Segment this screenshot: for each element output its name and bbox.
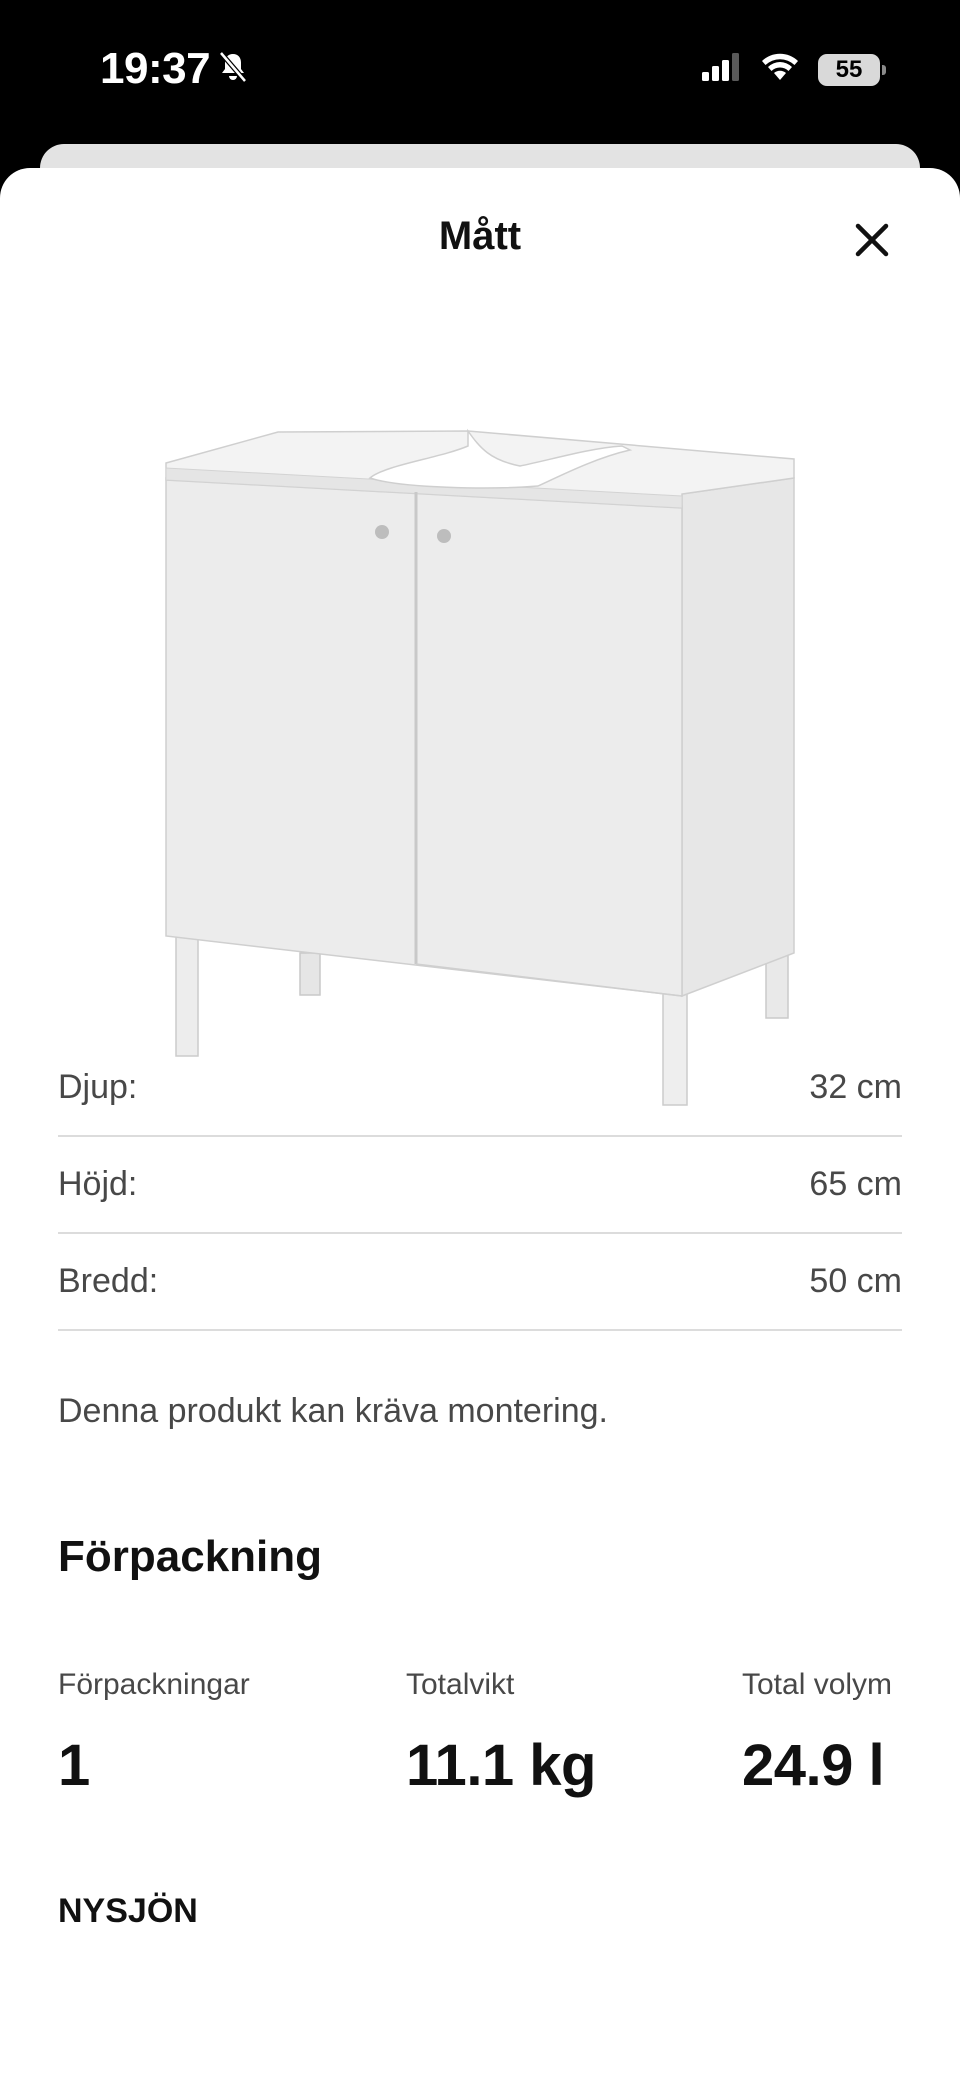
status-right: 55 xyxy=(702,52,886,87)
packaging-title: Förpackning xyxy=(58,1532,323,1581)
weight-label: Totalvikt xyxy=(406,1668,515,1701)
packages-label: Förpackningar xyxy=(58,1668,250,1701)
dimension-label: Djup: xyxy=(58,1068,138,1106)
battery-icon: 55 xyxy=(818,53,886,86)
bell-slash-icon xyxy=(218,44,248,94)
dimension-value: 50 cm xyxy=(809,1262,902,1300)
close-icon xyxy=(855,223,889,257)
status-time: 19:37 xyxy=(100,44,211,93)
dimension-row-width: Bredd: 50 cm xyxy=(58,1234,902,1331)
sheet-header: Mått xyxy=(0,168,960,308)
close-button[interactable] xyxy=(848,216,896,264)
packages-stat: Förpackningar 1 xyxy=(58,1668,250,1799)
dimension-value: 65 cm xyxy=(809,1165,902,1203)
battery-level: 55 xyxy=(835,55,863,83)
volume-label: Total volym xyxy=(742,1668,893,1701)
weight-value: 11.1 kg xyxy=(406,1733,596,1798)
sheet-title: Mått xyxy=(438,214,522,258)
signal-icon xyxy=(702,53,742,86)
next-section-title: NYSJÖN xyxy=(58,1892,198,1930)
dimension-value: 32 cm xyxy=(809,1068,902,1106)
dimensions-list: Djup: 32 cm Höjd: 65 cm Bredd: 50 cm xyxy=(58,1040,902,1331)
volume-value: 24.9 l xyxy=(742,1733,885,1798)
status-time-group: 19:37 xyxy=(100,44,248,94)
volume-stat: Total volym 24.9 l xyxy=(742,1668,892,1799)
dimension-row-depth: Djup: 32 cm xyxy=(58,1040,902,1137)
packages-value: 1 xyxy=(58,1733,90,1798)
dimension-label: Höjd: xyxy=(58,1165,138,1203)
dimension-label: Bredd: xyxy=(58,1262,159,1300)
dimension-row-height: Höjd: 65 cm xyxy=(58,1137,902,1234)
status-bar: 19:37 55 xyxy=(0,0,960,140)
assembly-note: Denna produkt kan kräva montering. xyxy=(58,1392,608,1430)
wifi-icon xyxy=(760,52,800,87)
weight-stat: Totalvikt 11.1 kg xyxy=(406,1668,596,1799)
